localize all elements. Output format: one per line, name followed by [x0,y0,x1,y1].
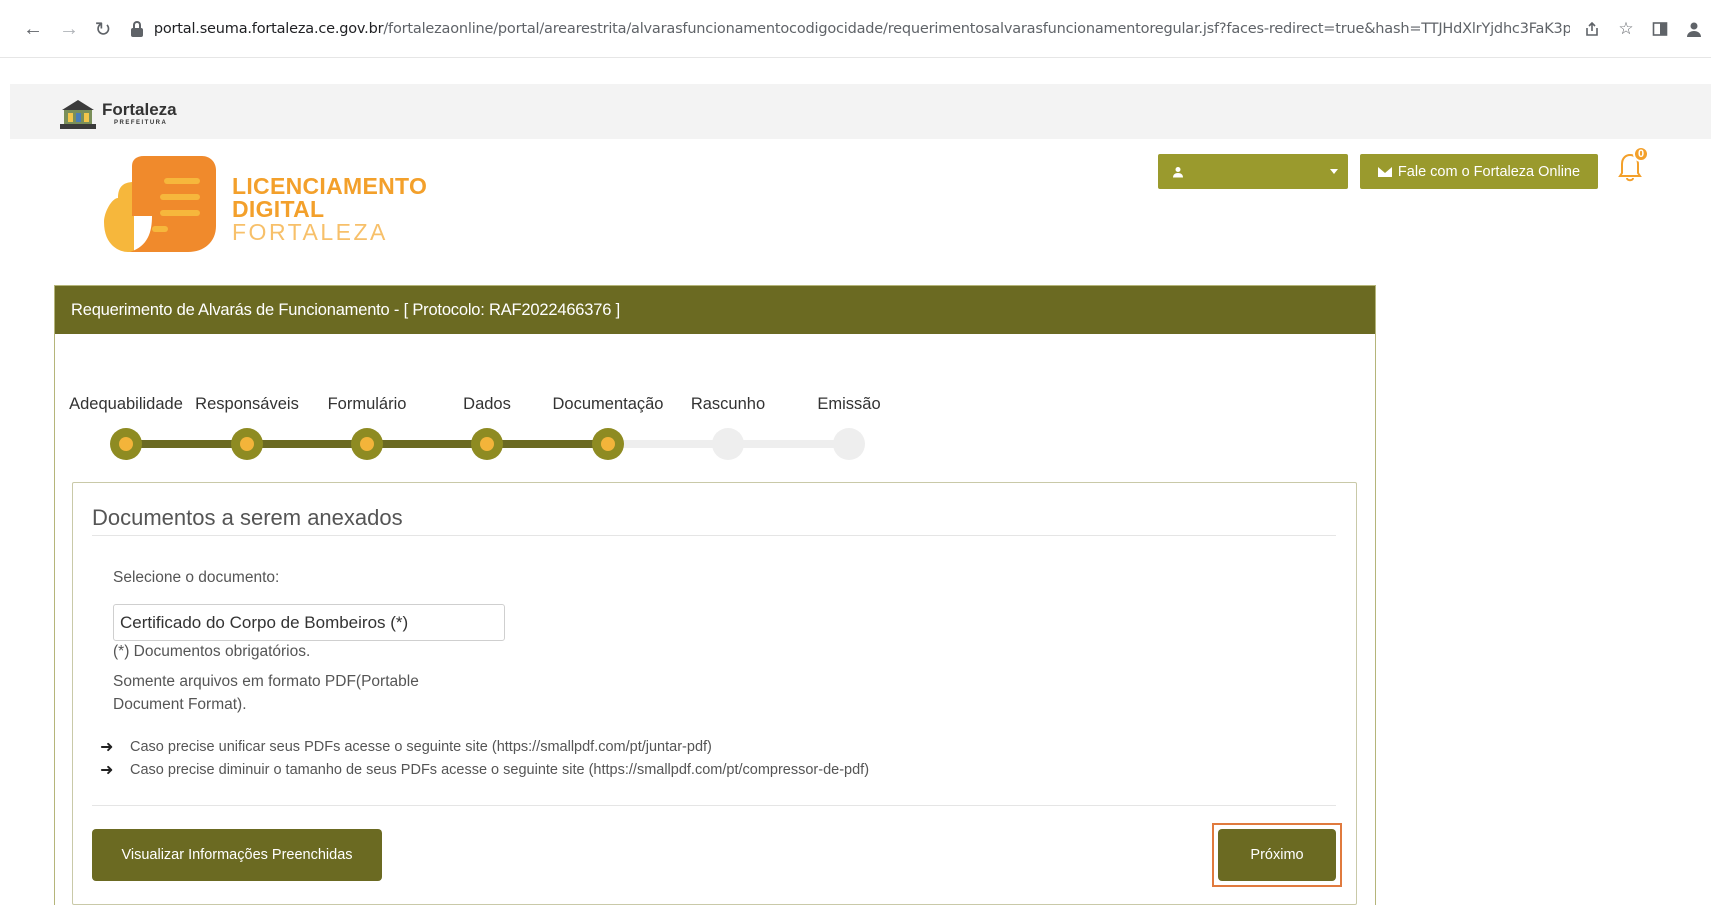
step-label-documentacao: Documentação [552,395,664,413]
hint-text: Caso precise unificar seus PDFs acesse o… [130,739,712,755]
profile-icon[interactable] [1677,16,1711,42]
forward-arrow-icon[interactable]: → [56,16,82,42]
brand-name: Fortaleza [102,99,177,119]
browser-actions: ☆ [1575,16,1711,42]
government-header: Fortaleza PREFEITURA [10,84,1711,139]
user-menu-dropdown[interactable] [1158,154,1348,189]
user-icon [1173,166,1183,177]
step-label-emissao: Emissão [817,395,881,413]
hint-text: Caso precise diminuir o tamanho de seus … [130,762,870,778]
address-bar[interactable]: portal.seuma.fortaleza.ce.gov.br/fortale… [130,14,1570,44]
reload-icon[interactable]: ↻ [90,16,116,42]
documents-title: Documentos a serem anexados [92,505,403,530]
fortaleza-logo[interactable]: Fortaleza PREFEITURA [58,96,177,130]
hint-compress-pdf: ➜ Caso precise diminuir o tamanho de seu… [100,760,869,780]
pdf-format-note: Somente arquivos em formato PDF(Portable… [113,673,419,713]
view-filled-info-button[interactable]: Visualizar Informações Preenchidas [92,829,382,881]
back-arrow-icon[interactable]: ← [20,16,46,42]
share-icon[interactable] [1575,16,1609,42]
step-dot-formulario[interactable] [351,428,383,460]
envelope-icon [1377,166,1392,177]
hint-merge-pdf: ➜ Caso precise unificar seus PDFs acesse… [100,737,712,757]
lic-line3: FORTALEZA [232,219,388,245]
browser-toolbar: ← → ↻ portal.seuma.fortaleza.ce.gov.br/f… [0,0,1711,58]
step-dot-adequabilidade[interactable] [110,428,142,460]
lic-line1: LICENCIAMENTO [232,173,428,199]
step-label-dados: Dados [463,395,511,413]
licenciamento-wordmark: LICENCIAMENTO DIGITAL FORTALEZA [232,175,427,244]
chevron-down-icon [1330,169,1338,174]
divider [92,535,1336,536]
contact-fortaleza-online-button[interactable]: Fale com o Fortaleza Online [1360,154,1598,189]
step-label-responsaveis: Responsáveis [195,395,299,413]
city-crest-icon [60,100,96,129]
brand-sub: PREFEITURA [114,119,168,126]
step-dot-responsaveis[interactable] [231,428,263,460]
step-label-rascunho: Rascunho [690,395,766,413]
panel-title: Requerimento de Alvarás de Funcionamento… [55,286,1375,334]
next-button[interactable]: Próximo [1218,829,1336,881]
step-dot-documentacao[interactable] [592,428,624,460]
step-dot-emissao [833,428,865,460]
side-panel-icon[interactable] [1643,16,1677,42]
lock-icon [130,21,144,37]
contact-label: Fale com o Fortaleza Online [1397,163,1581,180]
notification-count-badge: 0 [1633,146,1649,162]
divider [92,805,1336,806]
star-icon[interactable]: ☆ [1609,16,1643,42]
step-label-adequabilidade: Adequabilidade [69,395,183,413]
url-text: portal.seuma.fortaleza.ce.gov.br/fortale… [153,21,1570,37]
lic-line2: DIGITAL [232,196,325,222]
mandatory-note: (*) Documentos obrigatórios. [113,643,311,660]
arrow-right-icon: ➜ [100,739,114,756]
arrow-right-icon: ➜ [100,762,114,779]
document-select[interactable]: Certificado do Corpo de Bombeiros (*) [113,604,505,641]
step-dot-rascunho [712,428,744,460]
select-document-label: Selecione o documento: [113,569,280,586]
step-label-formulario: Formulário [327,395,407,413]
step-dot-dados[interactable] [471,428,503,460]
